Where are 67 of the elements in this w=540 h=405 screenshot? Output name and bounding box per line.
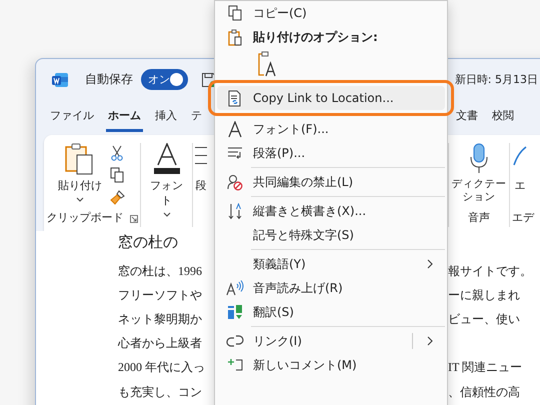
read-aloud-icon <box>226 280 244 296</box>
document-heading: 窓の杜の <box>118 233 179 253</box>
link-icon <box>226 335 244 347</box>
menu-item[interactable]: 類義語(Y) <box>217 252 445 276</box>
body-text: も充実し、コン <box>118 384 203 401</box>
link-document-icon <box>228 90 242 106</box>
scissors-icon[interactable] <box>110 145 124 161</box>
menu-item[interactable]: 共同編集の禁止(L) <box>217 170 445 194</box>
menu-item[interactable]: コピー(C) <box>217 1 445 25</box>
modified-date-text: 新日時: 5月13日 <box>454 72 538 87</box>
body-text: フリーソフトや <box>118 286 203 304</box>
ribbon-tab[interactable]: 挿入 <box>153 102 179 132</box>
translate-icon <box>227 304 243 320</box>
caret-icon <box>76 197 84 202</box>
menu-item[interactable]: 音声読み上げ(R) <box>217 276 445 300</box>
format-painter-icon[interactable] <box>110 189 126 205</box>
font-button[interactable]: フォント <box>145 143 188 217</box>
ribbon-tab[interactable]: ホーム <box>106 102 143 132</box>
app-logo-icon <box>52 72 68 88</box>
ribbon-tab[interactable]: テ <box>189 102 204 132</box>
ribbon-tab[interactable]: 校閲 <box>490 102 516 132</box>
autosave-toggle[interactable]: オン <box>141 69 188 90</box>
text-direction-icon <box>228 202 242 220</box>
body-text: 2000 年代に入っ <box>118 359 206 376</box>
font-icon <box>228 120 242 138</box>
submenu-chevron-icon <box>427 336 433 346</box>
paragraph-button[interactable]: 段 <box>195 143 207 193</box>
body-text: 、信頼性の高 <box>448 384 520 401</box>
body-text: ーに親しまれ <box>448 286 520 304</box>
paragraph-icon <box>227 146 243 160</box>
copy-icon[interactable] <box>110 167 124 183</box>
microphone-icon <box>468 143 490 175</box>
dictation-button[interactable]: ディクテーション <box>451 143 507 204</box>
paste-button[interactable]: 貼り付け <box>58 143 102 205</box>
paragraph-lines-icon <box>195 147 207 164</box>
body-text: ビュー、使い <box>448 310 520 328</box>
caret-icon <box>162 212 170 217</box>
submenu-chevron-icon <box>427 259 433 269</box>
new-comment-icon <box>227 358 243 372</box>
autosave-label: 自動保存 <box>85 71 133 88</box>
body-text: 心者から上級者 <box>118 335 203 352</box>
body-text: 窓の杜は、1996 <box>118 262 203 280</box>
paste-clipboard-icon <box>65 143 95 175</box>
menu-item[interactable]: リンク(I) <box>217 329 445 353</box>
group-label: エデ <box>512 210 534 226</box>
copy-icon <box>228 5 242 21</box>
body-text: 報サイトです。 <box>448 262 532 280</box>
paste-text-only-icon[interactable] <box>257 51 277 77</box>
ribbon-tab[interactable]: ファイル <box>48 102 96 132</box>
menu-item[interactable]: 翻訳(S) <box>217 300 445 324</box>
menu-item[interactable]: 記号と特殊文字(S) <box>217 223 445 247</box>
menu-item[interactable]: フォント(F)... <box>217 117 445 141</box>
no-edit-person-icon <box>227 174 243 190</box>
clipboard-icon <box>228 28 242 46</box>
group-label: 音声 <box>468 210 490 226</box>
editor-button[interactable]: エ <box>512 143 528 193</box>
menu-item[interactable]: Copy Link to Location... <box>217 86 445 110</box>
body-text: ネット黎明期か <box>118 310 203 328</box>
paste-options-header: 貼り付けのオプション: <box>253 28 378 46</box>
ribbon-tab[interactable]: 文書 <box>454 102 480 132</box>
font-color-icon <box>152 143 182 175</box>
menu-item[interactable]: 縦書きと横書き(X)... <box>217 199 445 223</box>
menu-item[interactable]: 段落(P)... <box>217 141 445 165</box>
group-label: クリップボード <box>46 210 124 226</box>
menu-item[interactable]: 新しいコメント(M) <box>217 353 445 377</box>
body-text: IT 関連ニュー <box>448 359 522 376</box>
dialog-launcher-icon[interactable] <box>130 214 138 222</box>
